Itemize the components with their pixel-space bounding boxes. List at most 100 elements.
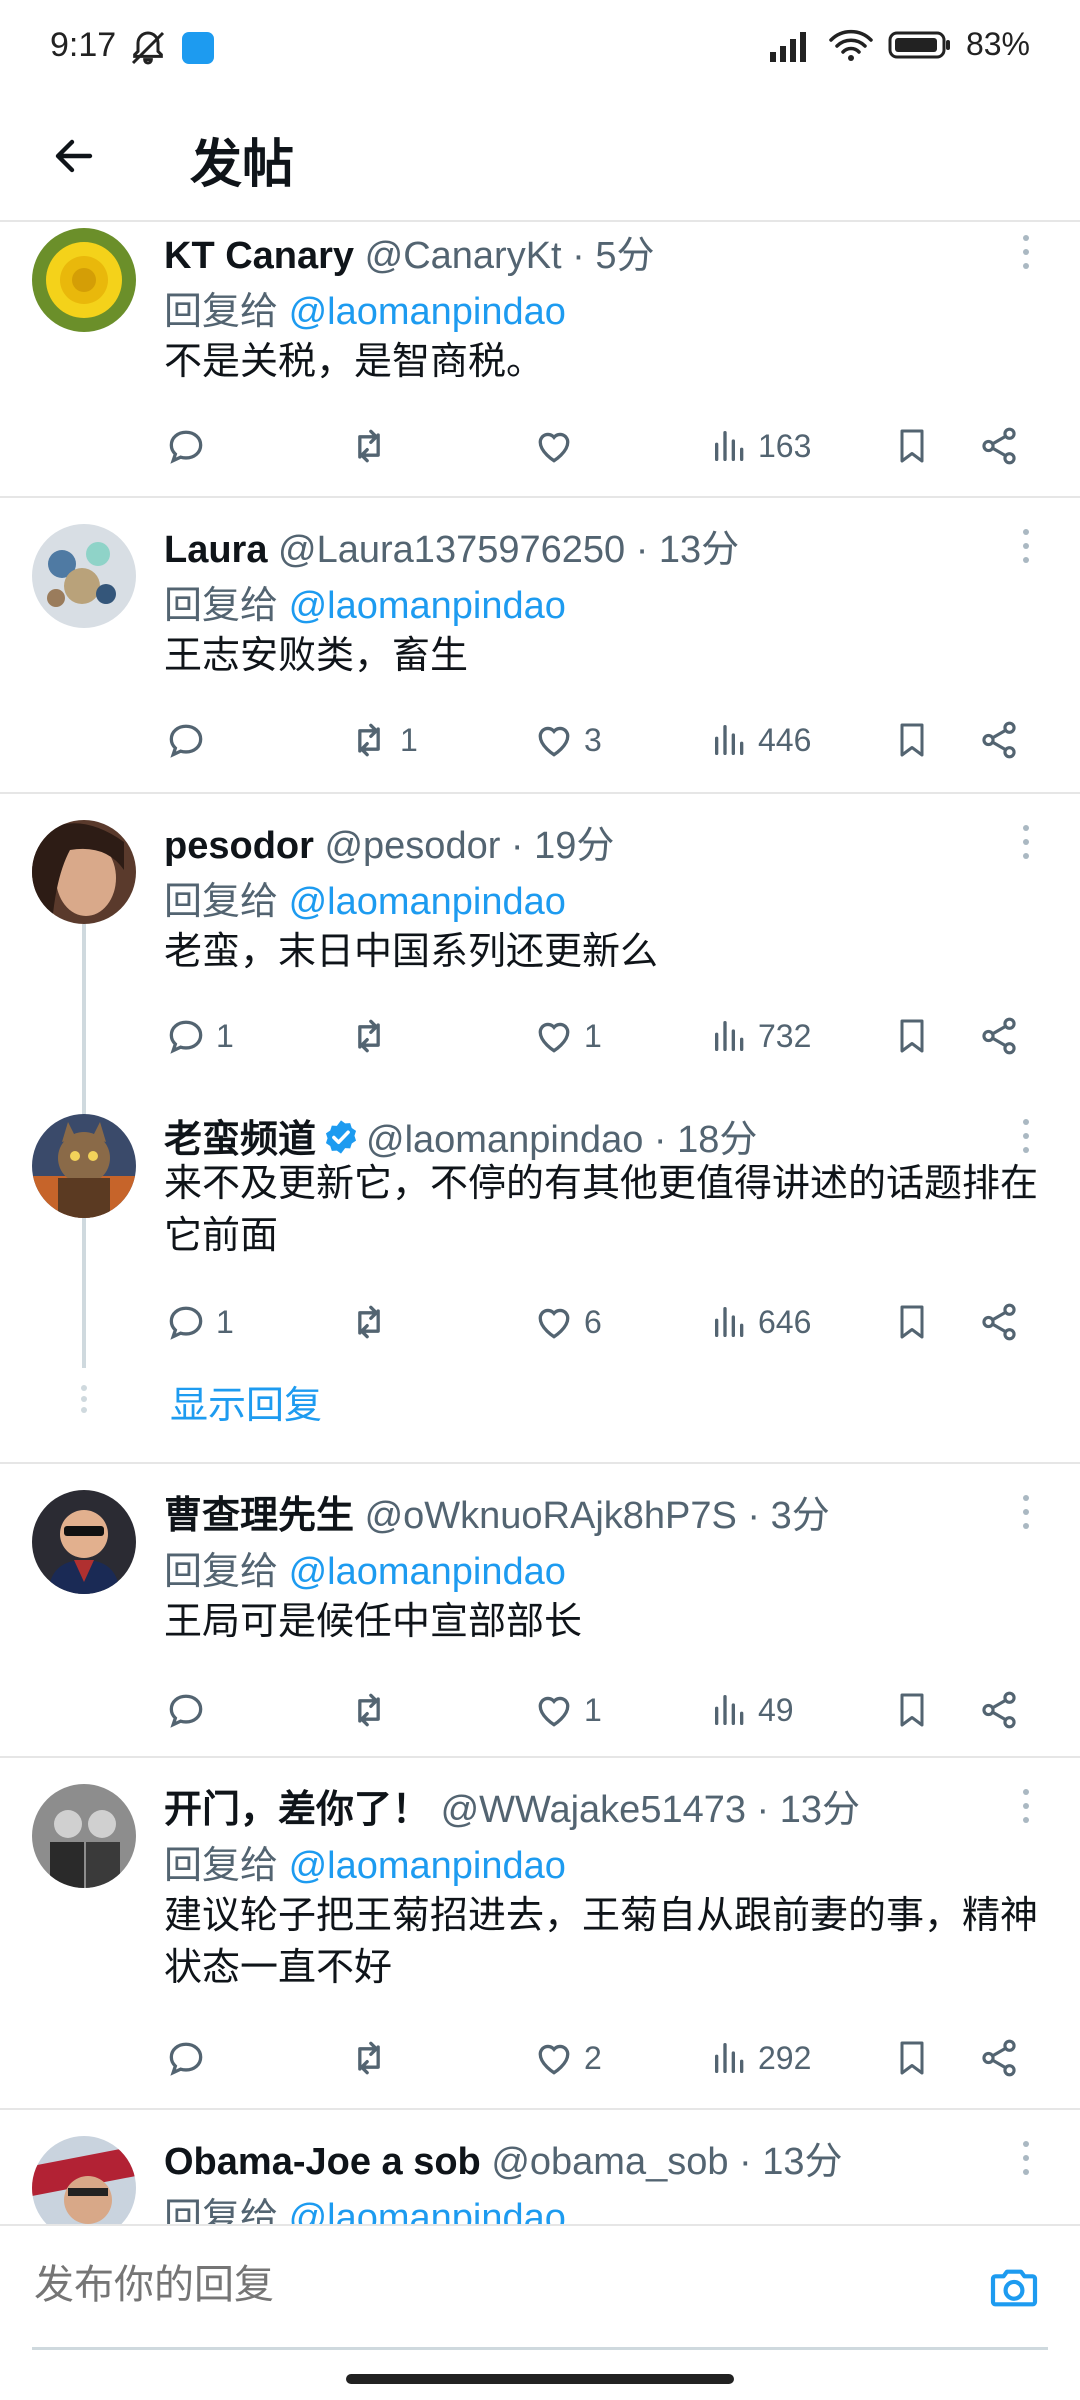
- user-name[interactable]: pesodor: [164, 825, 314, 867]
- like-button[interactable]: 1: [532, 1006, 602, 1066]
- user-meta: @obama_sob · 13分: [491, 2141, 843, 2183]
- reply-prefix: 回复给: [164, 881, 279, 923]
- reply-to-line: 回复给 @laomanpindao: [164, 280, 566, 335]
- like-button[interactable]: 1: [532, 1680, 602, 1740]
- reply-button[interactable]: [164, 710, 216, 770]
- user-name[interactable]: KT Canary: [164, 235, 354, 277]
- share-button[interactable]: [978, 1292, 1020, 1352]
- views-icon: [715, 725, 744, 755]
- reply-mention-link[interactable]: @laomanpindao: [289, 585, 566, 627]
- app-notification-icon: [182, 32, 214, 64]
- tweet-text: 王志安败类，畜生: [164, 635, 469, 677]
- like-button[interactable]: [532, 416, 584, 476]
- tweet-item[interactable]: 曹查理先生 @oWknuoRAjk8hP7S · 3分 回复给 @laomanp…: [0, 1484, 1080, 1768]
- retweet-button[interactable]: [346, 416, 400, 476]
- more-icon[interactable]: [1016, 1492, 1036, 1532]
- status-bar: 9:17 83%: [0, 0, 1080, 100]
- user-name[interactable]: 老蛮频道: [164, 1119, 316, 1161]
- views-button[interactable]: 292: [710, 2028, 811, 2088]
- user-name[interactable]: Obama-Joe a sob: [164, 2141, 481, 2183]
- more-icon[interactable]: [1016, 526, 1036, 566]
- avatar[interactable]: [32, 524, 136, 628]
- bookmark-icon: [900, 1693, 924, 1727]
- share-button[interactable]: [978, 710, 1020, 770]
- like-button[interactable]: 3: [532, 710, 602, 770]
- bookmark-icon: [900, 1019, 924, 1053]
- avatar[interactable]: [32, 820, 136, 924]
- action-count: 1: [216, 1017, 234, 1054]
- views-button[interactable]: 49: [710, 1680, 794, 1740]
- reply-mention-link[interactable]: @laomanpindao: [289, 2197, 566, 2224]
- views-button[interactable]: 163: [710, 416, 811, 476]
- bookmark-button[interactable]: [892, 1680, 932, 1740]
- retweet-button[interactable]: [346, 2028, 400, 2088]
- share-button[interactable]: [978, 416, 1020, 476]
- share-button[interactable]: [978, 1006, 1020, 1066]
- reply-mention-link[interactable]: @laomanpindao: [289, 881, 566, 923]
- retweet-button[interactable]: 1: [346, 710, 418, 770]
- tweet-actions: 2 292: [164, 2028, 1044, 2088]
- reply-mention-link[interactable]: @laomanpindao: [289, 1551, 566, 1593]
- share-icon: [982, 1017, 1016, 1055]
- user-name[interactable]: Laura: [164, 529, 267, 571]
- avatar[interactable]: [32, 1784, 136, 1888]
- retweet-button[interactable]: [346, 1006, 400, 1066]
- reply-button[interactable]: 1: [164, 1006, 234, 1066]
- bookmark-button[interactable]: [892, 1006, 932, 1066]
- avatar[interactable]: [32, 1490, 136, 1594]
- more-icon[interactable]: [1016, 1116, 1036, 1156]
- share-button[interactable]: [978, 2028, 1020, 2088]
- reply-button[interactable]: [164, 1680, 216, 1740]
- like-button[interactable]: 6: [532, 1292, 602, 1352]
- bookmark-button[interactable]: [892, 2028, 932, 2088]
- home-indicator[interactable]: [346, 2374, 734, 2384]
- tweet-item[interactable]: pesodor @pesodor · 19分 回复给 @laomanpindao…: [0, 814, 1080, 1104]
- like-button[interactable]: 2: [532, 2028, 602, 2088]
- back-button[interactable]: [44, 126, 104, 186]
- tweet-item[interactable]: Obama-Joe a sob @obama_sob · 13分 回复给 @la…: [0, 2130, 1080, 2224]
- more-icon[interactable]: [1016, 232, 1036, 272]
- reply-icon: [169, 1694, 203, 1728]
- avatar[interactable]: [32, 1114, 136, 1218]
- retweet-button[interactable]: [346, 1680, 400, 1740]
- views-button[interactable]: 732: [710, 1006, 811, 1066]
- user-meta: @CanaryKt · 5分: [364, 235, 655, 277]
- tweet-item[interactable]: 老蛮频道 @laomanpindao · 18分 来不及更新它，不停的有其他更值得…: [0, 1110, 1080, 1410]
- bookmark-button[interactable]: [892, 416, 932, 476]
- more-icon[interactable]: [1016, 822, 1036, 862]
- show-replies-link[interactable]: 显示回复: [170, 1374, 322, 1429]
- user-name[interactable]: 开门，差你了！: [164, 1789, 430, 1831]
- reply-input[interactable]: [32, 2262, 936, 2309]
- avatar[interactable]: [32, 228, 136, 332]
- tweet-actions: 163: [164, 416, 1044, 476]
- reply-mention-link[interactable]: @laomanpindao: [289, 1845, 566, 1887]
- more-icon[interactable]: [1016, 2138, 1036, 2178]
- views-button[interactable]: 446: [710, 710, 811, 770]
- avatar[interactable]: [32, 2136, 136, 2224]
- action-count: 446: [758, 721, 812, 758]
- user-name[interactable]: 曹查理先生: [164, 1495, 354, 1537]
- retweet-button[interactable]: [346, 1292, 400, 1352]
- bookmark-icon: [900, 2041, 924, 2075]
- reply-icon: [169, 2042, 203, 2076]
- reply-button[interactable]: [164, 2028, 216, 2088]
- tweet-item[interactable]: Laura @Laura1375976250 · 13分 回复给 @laoman…: [0, 518, 1080, 788]
- camera-button[interactable]: [986, 2260, 1042, 2321]
- more-icon[interactable]: [1016, 1786, 1036, 1826]
- bookmark-button[interactable]: [892, 710, 932, 770]
- like-icon: [538, 726, 570, 757]
- views-button[interactable]: 646: [710, 1292, 811, 1352]
- reply-button[interactable]: 1: [164, 1292, 234, 1352]
- bookmark-button[interactable]: [892, 1292, 932, 1352]
- tweet-item[interactable]: 开门，差你了！ @WWajake51473 · 13分 回复给 @laomanp…: [0, 1778, 1080, 2110]
- reply-button[interactable]: [164, 416, 216, 476]
- like-icon: [538, 432, 570, 463]
- share-button[interactable]: [978, 1680, 1020, 1740]
- share-icon: [982, 1303, 1016, 1341]
- tweet-actions: 1 3 446: [164, 710, 1044, 770]
- reply-icon: [169, 430, 203, 464]
- tweet-item[interactable]: KT Canary @CanaryKt · 5分 回复给 @laomanpind…: [0, 222, 1080, 496]
- divider: [0, 496, 1080, 498]
- reply-mention-link[interactable]: @laomanpindao: [289, 291, 566, 333]
- replies-feed[interactable]: KT Canary @CanaryKt · 5分 回复给 @laomanpind…: [0, 222, 1080, 2224]
